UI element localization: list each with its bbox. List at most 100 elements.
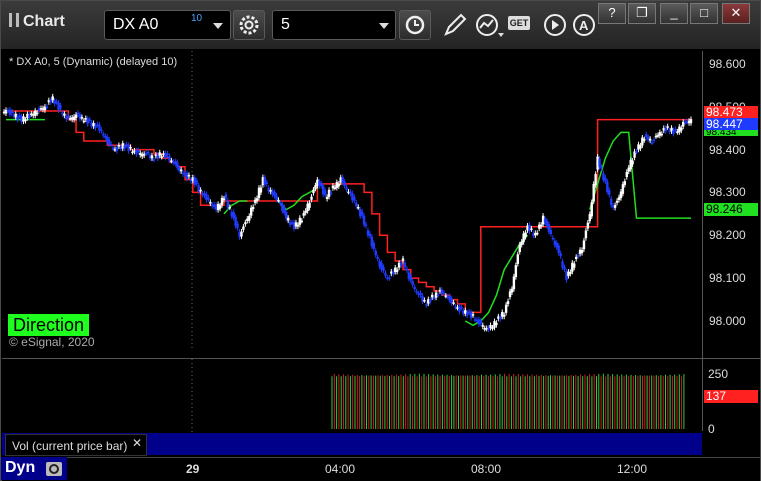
candle-body	[388, 277, 391, 280]
chart-window: Chart DX A0 10 5 GET A ? ❐ _ □ ✕ * DX A0…	[0, 0, 761, 481]
candle-body	[368, 233, 372, 237]
candle-body	[51, 96, 54, 101]
candle-body	[218, 205, 222, 209]
candle-body	[645, 134, 648, 138]
candle-body	[310, 196, 313, 200]
time-tick: 04:00	[325, 462, 356, 476]
candle-body	[312, 189, 315, 194]
candle-body	[45, 106, 49, 108]
candle-body	[357, 207, 360, 209]
candle-body	[109, 143, 113, 146]
candle-body	[598, 158, 601, 168]
candle-body	[384, 272, 387, 276]
candle-body	[364, 224, 368, 227]
price-tick: 98.300	[709, 185, 746, 200]
candle-body	[146, 151, 150, 154]
candle-body	[512, 276, 516, 290]
close-button[interactable]: ✕	[722, 3, 750, 24]
time-button[interactable]	[399, 10, 431, 40]
candle-body	[179, 169, 183, 172]
window-title: Chart	[9, 13, 65, 31]
candle-body	[100, 129, 103, 132]
green-top-price-label: 98.434	[704, 130, 758, 136]
svg-text:A: A	[579, 18, 589, 33]
candle-body	[160, 156, 163, 158]
candle-body	[666, 126, 669, 128]
candle-body	[102, 133, 105, 136]
interval-field[interactable]: 5	[272, 10, 396, 40]
candle-body	[382, 267, 385, 271]
candle-body	[74, 114, 78, 119]
candle-body	[516, 254, 520, 264]
candle-body	[539, 224, 543, 227]
pause-icon[interactable]	[9, 13, 19, 27]
candle-body	[514, 265, 518, 278]
line-chart-icon[interactable]	[473, 11, 505, 39]
maximize-button[interactable]: □	[690, 3, 718, 24]
candle-body	[436, 294, 440, 297]
close-icon[interactable]: ✕	[132, 436, 142, 450]
get-icon[interactable]: GET	[508, 16, 530, 30]
dynamic-mode-button[interactable]: Dyn	[1, 457, 67, 480]
candle-body	[639, 145, 642, 149]
candle-body	[569, 271, 572, 274]
candle-body	[308, 202, 311, 208]
green-price-label: 98.246	[704, 203, 758, 216]
volume-tab[interactable]: Vol (current price bar) ✕	[5, 434, 147, 456]
candle-body	[674, 129, 677, 131]
candle-body	[395, 269, 399, 272]
candle-body	[604, 177, 607, 182]
candle-body	[49, 100, 52, 103]
candle-body	[300, 220, 303, 223]
candle-body	[452, 302, 455, 304]
price-tick: 98.000	[709, 314, 746, 328]
candle-body	[660, 133, 664, 136]
candle-body	[236, 223, 239, 229]
play-icon[interactable]	[541, 11, 569, 39]
candle-body	[325, 197, 329, 199]
time-tick: 29	[186, 462, 200, 476]
candle-body	[551, 237, 555, 240]
candle-body	[460, 307, 463, 309]
candle-body	[259, 187, 263, 193]
candle-body	[557, 245, 560, 253]
settings-button[interactable]	[233, 10, 265, 40]
restore-button[interactable]: ❐	[628, 3, 656, 24]
chevron-down-icon[interactable]	[213, 23, 223, 29]
candle-body	[374, 250, 377, 256]
help-button[interactable]: ?	[598, 3, 626, 24]
candle-body	[279, 202, 282, 205]
candle-body	[590, 202, 593, 217]
candle-body	[296, 224, 300, 227]
price-tick: 98.200	[709, 228, 746, 243]
symbol-field[interactable]: DX A0 10	[104, 10, 231, 40]
time-axis[interactable]: 29 04:00 08:00 12:00	[2, 457, 760, 481]
candle-body	[28, 114, 31, 118]
candle-body	[623, 181, 627, 185]
candle-body	[376, 257, 379, 259]
candle-body	[506, 301, 510, 305]
pencil-icon[interactable]	[441, 11, 469, 39]
candle-body	[442, 292, 446, 295]
price-chart[interactable]	[2, 51, 702, 351]
candle-body	[222, 198, 226, 201]
candle-body	[82, 120, 86, 123]
volume-pane[interactable]	[2, 358, 702, 432]
copyright: © eSignal, 2020	[9, 335, 95, 349]
candle-body	[345, 187, 348, 190]
candle-body	[166, 153, 169, 155]
candle-body	[251, 206, 255, 210]
candle-body	[360, 211, 364, 216]
candle-body	[35, 112, 39, 115]
alert-icon[interactable]: A	[571, 11, 599, 39]
candle-body	[283, 207, 286, 213]
candle-body	[592, 183, 595, 202]
minimize-button[interactable]: _	[660, 3, 688, 24]
candle-body	[59, 105, 62, 109]
candle-body	[600, 166, 603, 169]
candle-body	[648, 138, 652, 141]
candle-body	[536, 232, 539, 235]
chevron-down-icon[interactable]	[379, 23, 389, 29]
candle-body	[471, 314, 475, 316]
candle-body	[80, 117, 84, 119]
